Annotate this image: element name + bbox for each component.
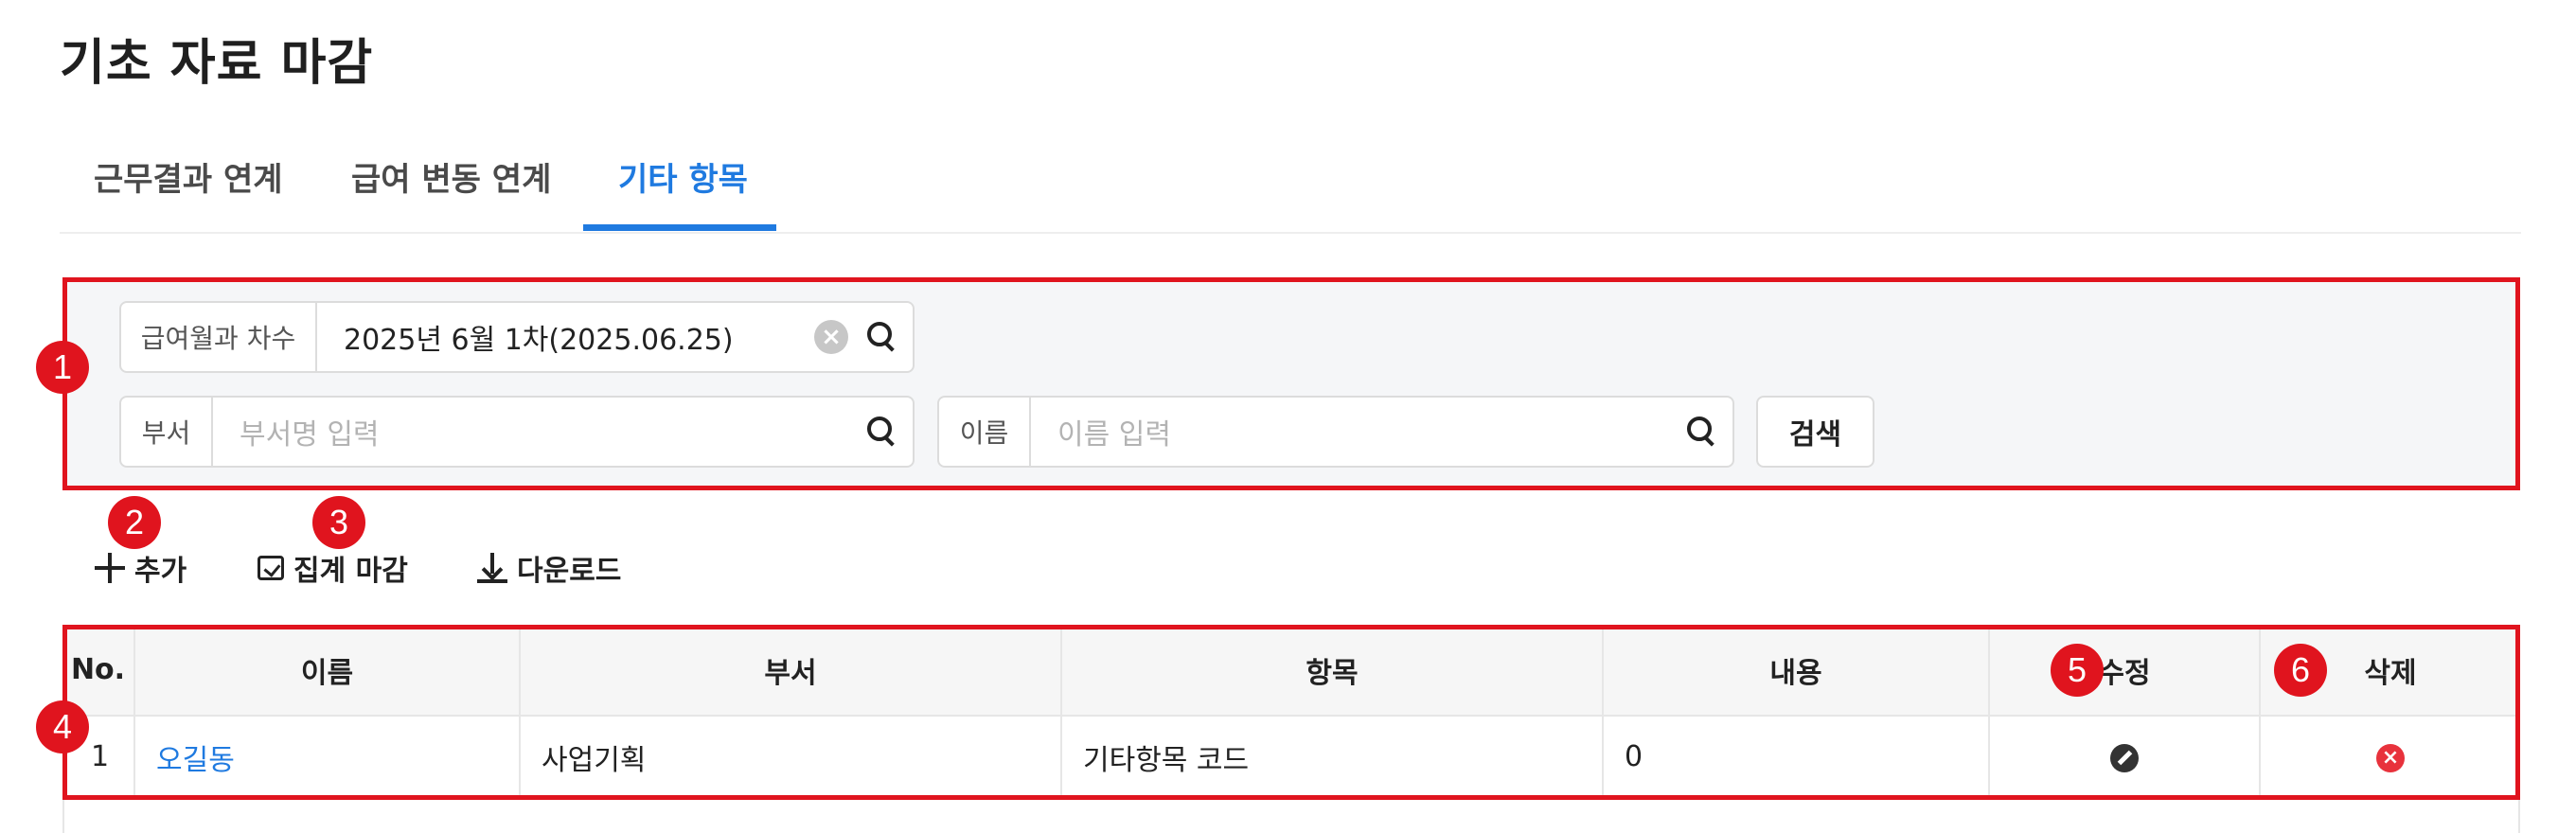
annotation-badge-6: 6 [2274,644,2327,697]
clear-icon[interactable]: × [814,320,848,354]
payroll-round-value[interactable]: 2025년 6월 1차(2025.06.25) [344,303,734,371]
department-input[interactable]: 부서명 입력 [240,398,380,466]
search-button[interactable]: 검색 [1756,396,1874,468]
payroll-round-label: 급여월과 차수 [121,303,317,371]
annotation-badge-5: 5 [2051,644,2104,697]
name-field: 이름 이름 입력 [937,396,1734,468]
aggregate-close-button[interactable]: 집계 마감 [258,549,408,588]
add-button[interactable]: 추가 [95,549,187,588]
checkbox-icon [258,556,284,580]
department-label: 부서 [121,398,213,466]
download-label: 다운로드 [517,555,622,588]
tab-bar: 근무결과 연계 급여 변동 연계 기타 항목 [60,123,2521,234]
search-icon[interactable] [867,416,896,445]
annotation-badge-2: 2 [108,496,161,549]
download-button[interactable]: 다운로드 [477,549,622,588]
aggregate-close-label: 집계 마감 [293,555,408,588]
tab-payroll-changes[interactable]: 급여 변동 연계 [351,153,551,200]
page-title: 기초 자료 마감 [60,35,374,92]
annotation-badge-4: 4 [36,700,89,753]
plus-icon [95,553,125,583]
tab-other-items[interactable]: 기타 항목 [618,153,748,200]
payroll-round-field: 급여월과 차수 2025년 6월 1차(2025.06.25) × [119,301,915,373]
download-icon [477,553,507,583]
name-label: 이름 [939,398,1031,466]
active-tab-indicator [583,224,776,231]
search-icon[interactable] [867,322,896,350]
department-field: 부서 부서명 입력 [119,396,915,468]
add-button-label: 추가 [134,555,187,588]
table-empty-area [62,800,2520,833]
annotation-badge-1: 1 [36,341,89,394]
name-input[interactable]: 이름 입력 [1057,398,1171,466]
annotation-badge-3: 3 [312,496,365,549]
tab-work-results[interactable]: 근무결과 연계 [94,153,283,200]
table-highlight [62,625,2520,800]
search-icon[interactable] [1687,416,1715,445]
